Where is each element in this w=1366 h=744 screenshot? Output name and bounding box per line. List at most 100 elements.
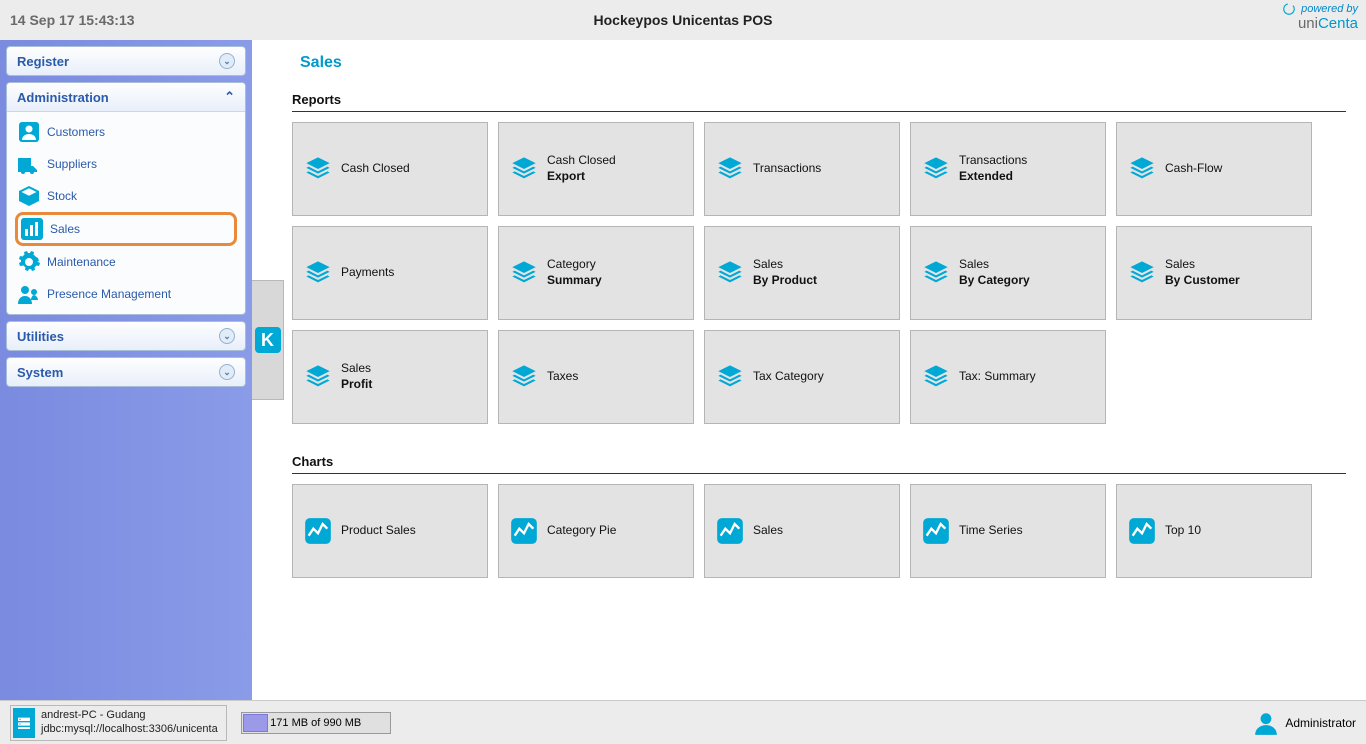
suppliers-icon bbox=[17, 152, 41, 176]
server-icon bbox=[13, 708, 35, 738]
chevron-down-icon: ⌄ bbox=[219, 364, 235, 380]
nav-utilities[interactable]: Utilities ⌄ bbox=[6, 321, 246, 351]
tile-cash-closed-export[interactable]: Cash ClosedExport bbox=[498, 122, 694, 216]
stack-icon bbox=[509, 154, 539, 184]
presence-management-icon bbox=[17, 282, 41, 306]
tile-label: TransactionsExtended bbox=[959, 153, 1027, 184]
stack-icon bbox=[509, 258, 539, 288]
tile-label: Product Sales bbox=[341, 523, 416, 539]
sidebar-item-suppliers[interactable]: Suppliers bbox=[15, 148, 237, 180]
tile-grid: Cash Closed Cash ClosedExport Transactions… bbox=[292, 122, 1346, 424]
tile-label: Tax Category bbox=[753, 369, 824, 385]
sidebar-item-presence-management[interactable]: Presence Management bbox=[15, 278, 237, 310]
group-title: Reports bbox=[292, 92, 1346, 112]
maintenance-icon bbox=[17, 250, 41, 274]
tile-time-series[interactable]: Time Series bbox=[910, 484, 1106, 578]
sidebar-item-label: Sales bbox=[50, 222, 80, 236]
stack-icon bbox=[921, 362, 951, 392]
tile-grid: Product Sales Category Pie Sales Time Serie… bbox=[292, 484, 1346, 578]
stack-icon bbox=[921, 154, 951, 184]
brand-ring-icon bbox=[1282, 2, 1296, 16]
tile-payments[interactable]: Payments bbox=[292, 226, 488, 320]
tile-label: Payments bbox=[341, 265, 394, 281]
tile-sales-by-product[interactable]: SalesBy Product bbox=[704, 226, 900, 320]
nav-administration-header[interactable]: Administration ⌃ bbox=[7, 83, 245, 112]
tile-label: Category Pie bbox=[547, 523, 616, 539]
stack-icon bbox=[1127, 258, 1157, 288]
sidebar-item-stock[interactable]: Stock bbox=[15, 180, 237, 212]
nav-system[interactable]: System ⌄ bbox=[6, 357, 246, 387]
tile-product-sales[interactable]: Product Sales bbox=[292, 484, 488, 578]
tile-top-10[interactable]: Top 10 bbox=[1116, 484, 1312, 578]
tile-label: Taxes bbox=[547, 369, 578, 385]
tile-label: SalesBy Category bbox=[959, 257, 1030, 288]
tile-transactions-extended[interactable]: TransactionsExtended bbox=[910, 122, 1106, 216]
chevron-down-icon: ⌄ bbox=[219, 53, 235, 69]
header-bar: 14 Sep 17 15:43:13 Hockeypos Unicentas P… bbox=[0, 0, 1366, 40]
db-url: jdbc:mysql://localhost:3306/unicenta bbox=[41, 723, 218, 736]
db-status[interactable]: andrest-PC - Gudang jdbc:mysql://localho… bbox=[10, 705, 227, 741]
chart-icon bbox=[715, 516, 745, 546]
tile-label: SalesBy Customer bbox=[1165, 257, 1240, 288]
stack-icon bbox=[715, 154, 745, 184]
tile-taxes[interactable]: Taxes bbox=[498, 330, 694, 424]
memory-meter: 171 MB of 990 MB bbox=[241, 712, 391, 734]
chevron-up-icon: ⌃ bbox=[224, 89, 235, 105]
app-title: Hockeypos Unicentas POS bbox=[594, 12, 773, 28]
drawer-toggle[interactable]: K bbox=[252, 280, 284, 400]
stack-icon bbox=[303, 154, 333, 184]
tile-sales-by-customer[interactable]: SalesBy Customer bbox=[1116, 226, 1312, 320]
sidebar-item-label: Customers bbox=[47, 125, 105, 139]
sidebar-item-maintenance[interactable]: Maintenance bbox=[15, 246, 237, 278]
stack-icon bbox=[921, 258, 951, 288]
tile-sales[interactable]: Sales bbox=[704, 484, 900, 578]
stack-icon bbox=[1127, 154, 1157, 184]
stack-icon bbox=[303, 258, 333, 288]
tile-sales-profit[interactable]: SalesProfit bbox=[292, 330, 488, 424]
tile-label: SalesBy Product bbox=[753, 257, 817, 288]
sidebar-item-sales[interactable]: Sales bbox=[15, 212, 237, 246]
tile-label: Cash ClosedExport bbox=[547, 153, 616, 184]
chart-icon bbox=[921, 516, 951, 546]
nav-administration: Administration ⌃ Customers Suppliers Stock… bbox=[6, 82, 246, 315]
tile-tax-category[interactable]: Tax Category bbox=[704, 330, 900, 424]
nav-utilities-label: Utilities bbox=[17, 329, 64, 344]
stack-icon bbox=[715, 258, 745, 288]
tile-sales-by-category[interactable]: SalesBy Category bbox=[910, 226, 1106, 320]
tile-label: Tax: Summary bbox=[959, 369, 1036, 385]
chart-icon bbox=[1127, 516, 1157, 546]
stack-icon bbox=[303, 362, 333, 392]
current-user: Administrator bbox=[1285, 716, 1356, 730]
sidebar-item-label: Stock bbox=[47, 189, 77, 203]
brand-badge: powered by uniCenta bbox=[1282, 2, 1358, 33]
tile-transactions[interactable]: Transactions bbox=[704, 122, 900, 216]
stack-icon bbox=[715, 362, 745, 392]
tile-cash-closed[interactable]: Cash Closed bbox=[292, 122, 488, 216]
chevron-down-icon: ⌄ bbox=[219, 328, 235, 344]
stack-icon bbox=[509, 362, 539, 392]
stock-icon bbox=[17, 184, 41, 208]
nav-register[interactable]: Register ⌄ bbox=[6, 46, 246, 76]
nav-administration-label: Administration bbox=[17, 90, 109, 105]
content-area: Sales Reports Cash Closed Cash ClosedExpor… bbox=[252, 40, 1366, 700]
nav-system-label: System bbox=[17, 365, 63, 380]
tile-category-pie[interactable]: Category Pie bbox=[498, 484, 694, 578]
k-logo-icon: K bbox=[255, 327, 281, 353]
tile-label: Sales bbox=[753, 523, 783, 539]
tile-label: CategorySummary bbox=[547, 257, 602, 288]
sales-icon bbox=[20, 217, 44, 241]
memory-text: 171 MB of 990 MB bbox=[270, 717, 361, 729]
tile-tax-summary[interactable]: Tax: Summary bbox=[910, 330, 1106, 424]
user-icon bbox=[1253, 710, 1279, 736]
sidebar-item-label: Presence Management bbox=[47, 287, 171, 301]
tile-label: Cash Closed bbox=[341, 161, 410, 177]
tile-cash-flow[interactable]: Cash-Flow bbox=[1116, 122, 1312, 216]
sidebar: Register ⌄ Administration ⌃ Customers Sup… bbox=[0, 40, 252, 700]
tile-label: Transactions bbox=[753, 161, 821, 177]
tile-label: Cash-Flow bbox=[1165, 161, 1222, 177]
page-title: Sales bbox=[300, 54, 1346, 72]
tile-category-summary[interactable]: CategorySummary bbox=[498, 226, 694, 320]
chart-icon bbox=[303, 516, 333, 546]
sidebar-item-label: Suppliers bbox=[47, 157, 97, 171]
sidebar-item-customers[interactable]: Customers bbox=[15, 116, 237, 148]
